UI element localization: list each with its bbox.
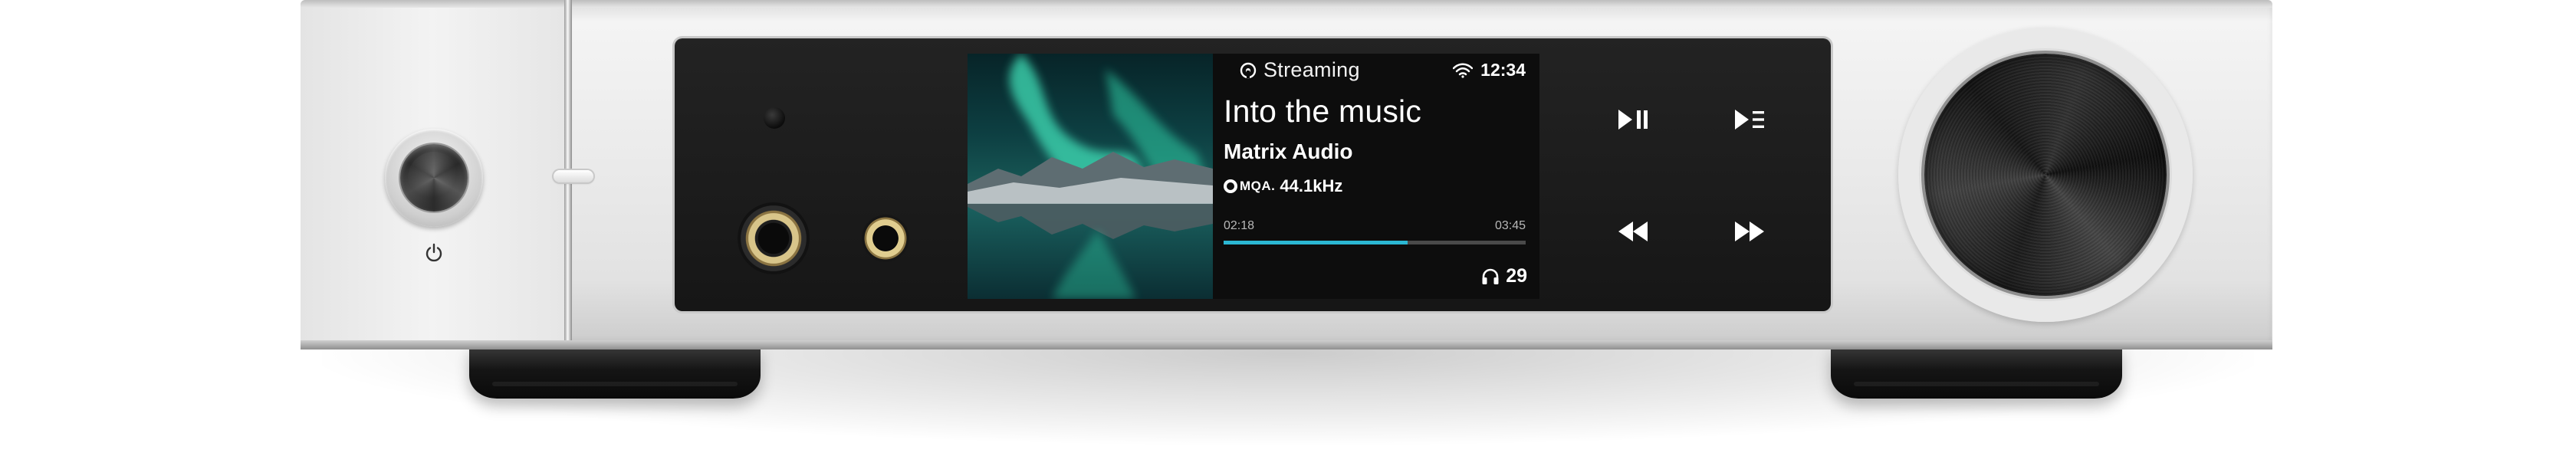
play-queue-icon bbox=[1735, 110, 1764, 130]
now-playing-info: Streaming 12:34 Into the music Matrix Au… bbox=[1214, 54, 1539, 299]
power-icon bbox=[426, 243, 442, 262]
format-info: MQA. 44.1kHz bbox=[1224, 176, 1342, 196]
time-elapsed: 02:18 bbox=[1224, 219, 1255, 232]
fast-forward-icon bbox=[1735, 222, 1764, 241]
volume-knob[interactable] bbox=[1924, 54, 2167, 296]
rewind-button[interactable] bbox=[1602, 201, 1664, 262]
play-queue-button[interactable] bbox=[1719, 89, 1780, 150]
clock: 12:34 bbox=[1480, 60, 1526, 80]
format-badge-label: MQA. bbox=[1240, 179, 1276, 193]
chassis-bottom-edge bbox=[301, 340, 2272, 350]
volume-readout: 29 bbox=[1481, 265, 1527, 287]
track-title: Into the music bbox=[1224, 94, 1422, 129]
play-pause-icon bbox=[1618, 110, 1648, 130]
wifi-icon bbox=[1453, 63, 1474, 78]
status-bar-right: 12:34 bbox=[1453, 60, 1526, 80]
mqa-logo-icon bbox=[1224, 179, 1237, 193]
time-total: 03:45 bbox=[1494, 219, 1526, 232]
source-indicator: Streaming bbox=[1239, 58, 1360, 82]
mqa-badge: MQA. bbox=[1224, 179, 1275, 194]
ir-sensor bbox=[764, 107, 785, 129]
streaming-icon bbox=[1240, 62, 1257, 78]
progress-bar[interactable] bbox=[1224, 241, 1526, 244]
right-foot bbox=[1831, 346, 2122, 399]
headphone-jack-3-5mm[interactable] bbox=[862, 215, 909, 262]
left-foot bbox=[469, 346, 761, 399]
display-screen: Streaming 12:34 Into the music Matrix Au… bbox=[968, 54, 1539, 299]
headphone-jack-6-35mm[interactable] bbox=[738, 202, 810, 274]
power-button[interactable] bbox=[385, 129, 483, 227]
album-art bbox=[968, 54, 1213, 299]
volume-value: 29 bbox=[1506, 265, 1527, 287]
power-button-cap bbox=[400, 144, 468, 212]
chassis-top-edge bbox=[301, 0, 2272, 8]
status-indicator-light bbox=[554, 170, 593, 182]
sample-rate: 44.1kHz bbox=[1280, 176, 1343, 195]
headphones-icon bbox=[1482, 268, 1499, 284]
rewind-icon bbox=[1618, 222, 1648, 241]
play-pause-button[interactable] bbox=[1602, 89, 1664, 150]
fast-forward-button[interactable] bbox=[1719, 201, 1780, 262]
track-artist: Matrix Audio bbox=[1224, 139, 1353, 163]
progress-fill bbox=[1224, 241, 1408, 244]
source-label: Streaming bbox=[1263, 58, 1360, 81]
aurora-landscape-image bbox=[968, 54, 1213, 299]
